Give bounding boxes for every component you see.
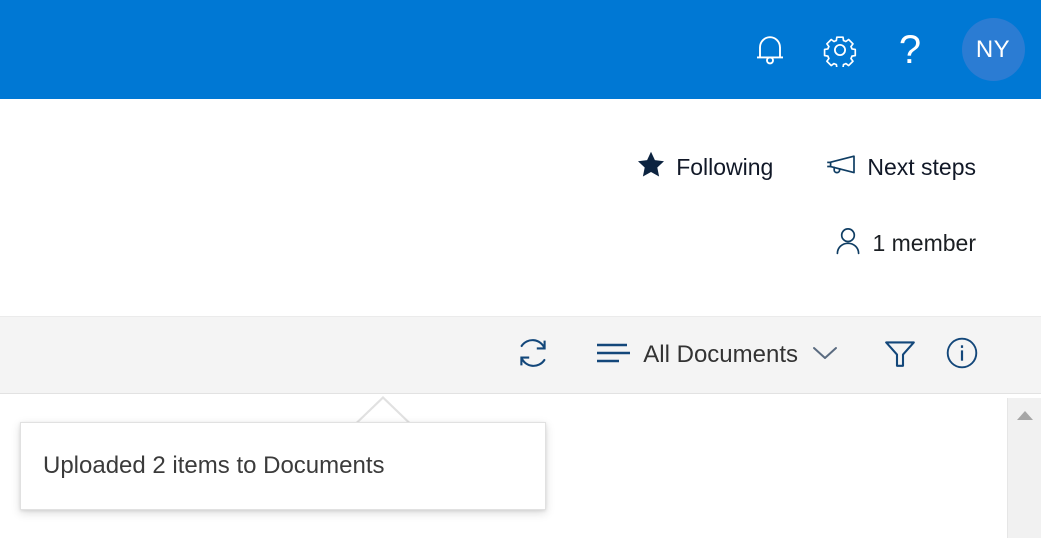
command-toolbar: All Documents (0, 316, 1041, 394)
suite-actions: ? NY (735, 0, 1041, 99)
members-label: 1 member (872, 230, 976, 256)
list-view-icon (596, 342, 631, 369)
account-manager-button[interactable]: NY (945, 0, 1041, 99)
site-header-actions: Following Next steps (637, 151, 976, 183)
upload-status-callout[interactable]: Uploaded 2 items to Documents (20, 422, 546, 510)
megaphone-icon (826, 153, 856, 182)
refresh-icon (514, 334, 552, 377)
next-steps-button[interactable]: Next steps (826, 153, 976, 182)
callout-message: Uploaded 2 items to Documents (43, 452, 385, 479)
settings-button[interactable] (805, 0, 875, 99)
view-selector[interactable]: All Documents (588, 316, 847, 394)
scroll-up-arrow-icon (1016, 410, 1033, 420)
following-button[interactable]: Following (637, 151, 773, 183)
help-button[interactable]: ? (875, 0, 945, 99)
chevron-down-icon (811, 344, 839, 367)
next-steps-label: Next steps (867, 153, 976, 180)
members-button[interactable]: 1 member (835, 227, 976, 260)
refresh-button[interactable] (500, 316, 566, 394)
gear-icon (823, 33, 857, 67)
filter-button[interactable] (869, 316, 931, 394)
vertical-scrollbar[interactable] (1007, 398, 1041, 538)
info-button[interactable] (931, 316, 993, 394)
filter-funnel-icon (883, 336, 917, 375)
site-header: Following Next steps 1 member (0, 99, 1041, 316)
suite-bar: ? NY (0, 0, 1041, 99)
scroll-up-button[interactable] (1008, 398, 1041, 432)
notifications-button[interactable] (735, 0, 805, 99)
star-icon (637, 151, 665, 183)
question-mark-icon: ? (898, 27, 922, 72)
following-label: Following (676, 153, 774, 180)
page-root: ? NY Following Next steps 1 member All D… (0, 0, 1041, 538)
avatar: NY (961, 18, 1025, 81)
info-circle-icon (945, 336, 979, 375)
bell-icon (754, 33, 786, 67)
person-icon (835, 227, 861, 260)
view-selector-label: All Documents (643, 341, 798, 368)
